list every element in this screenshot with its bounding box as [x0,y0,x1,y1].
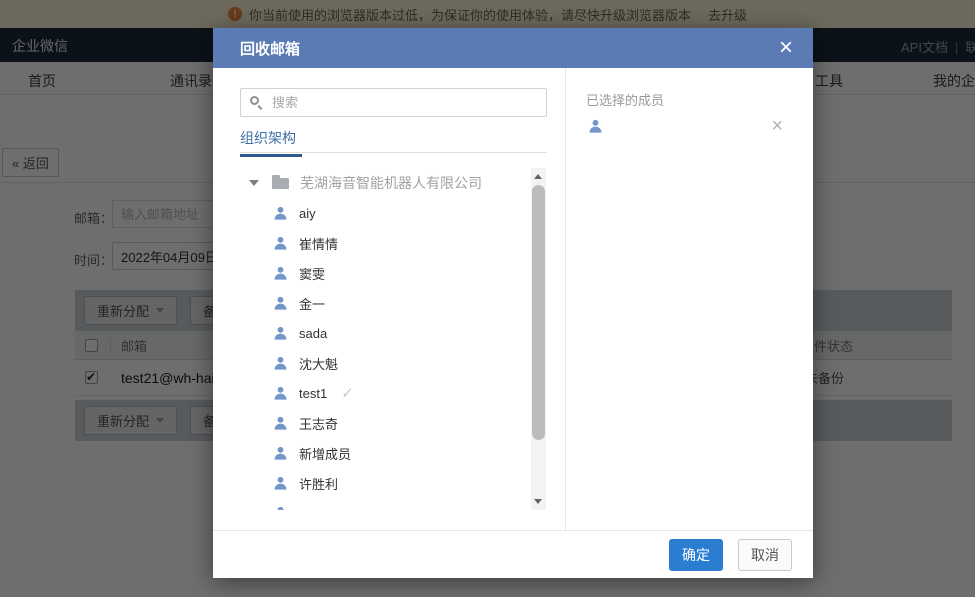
person-icon [273,265,288,281]
company-node[interactable]: 芜湖海音智能机器人有限公司 [240,168,528,198]
member-name: 新增成员 [299,444,351,463]
search-input[interactable] [240,88,547,117]
member-name: 许胜利 [299,474,338,493]
person-icon [273,445,288,461]
member-name: 窦雯 [299,264,325,283]
selected-check-icon: ✓ [341,384,354,402]
member-row[interactable]: 金一 [240,288,528,318]
person-icon [273,385,288,401]
member-row[interactable]: 新增成员 [240,438,528,468]
dialog-title: 回收邮箱 [240,38,300,59]
member-row-selected[interactable]: test1 ✓ [240,378,528,408]
close-icon[interactable]: × [779,38,793,58]
member-name: 金一 [299,294,325,313]
org-tree: 芜湖海音智能机器人有限公司 aiy 崔情情 窦雯 金一 sada [240,168,528,510]
folder-icon [272,178,289,189]
member-row[interactable]: 王志奇 [240,408,528,438]
scrollbar-thumb[interactable] [532,185,545,440]
collapse-caret-icon[interactable] [249,180,259,186]
member-row[interactable]: 沈大魁 [240,348,528,378]
person-icon [273,475,288,491]
selected-members-title: 已选择的成员 [586,90,664,109]
person-icon [273,205,288,221]
member-row[interactable]: sada [240,318,528,348]
person-icon [273,295,288,311]
confirm-button[interactable]: 确定 [669,539,723,571]
member-name: 王志奇 [299,414,338,433]
person-icon [273,505,288,510]
dialog-footer: 确定 取消 [213,530,813,578]
recycle-mailbox-dialog: 回收邮箱 × 组织架构 芜湖海音智能机器人有限公司 aiy 崔情情 [213,28,813,578]
person-icon [273,235,288,251]
selected-members-panel: 已选择的成员 × [566,68,813,530]
remove-member-icon[interactable]: × [771,116,783,136]
search-box [240,88,547,117]
person-icon [273,325,288,341]
member-row[interactable]: aiy [240,198,528,228]
person-icon [588,118,603,134]
person-icon [273,355,288,371]
company-name: 芜湖海音智能机器人有限公司 [300,173,482,193]
member-row[interactable]: 许胜利 [240,468,528,498]
member-name: sada [299,326,327,341]
tree-scrollbar[interactable] [531,168,546,510]
dialog-body: 组织架构 芜湖海音智能机器人有限公司 aiy 崔情情 窦雯 金 [213,68,813,530]
cancel-button[interactable]: 取消 [738,539,792,571]
member-row[interactable]: 崔情情 [240,228,528,258]
member-name: test1 [299,386,327,401]
selected-member-item: × [588,118,795,138]
member-name: 沈大魁 [299,354,338,373]
person-icon [273,415,288,431]
member-name: aiy [299,206,316,221]
dialog-header: 回收邮箱 × [213,28,813,68]
member-row[interactable]: 窦雯 [240,258,528,288]
member-row-partial[interactable] [240,498,528,510]
tab-baseline [240,152,547,153]
member-name: 崔情情 [299,234,338,253]
scroll-up-icon[interactable] [534,174,542,179]
search-icon [250,96,259,105]
scroll-down-icon[interactable] [534,499,542,504]
